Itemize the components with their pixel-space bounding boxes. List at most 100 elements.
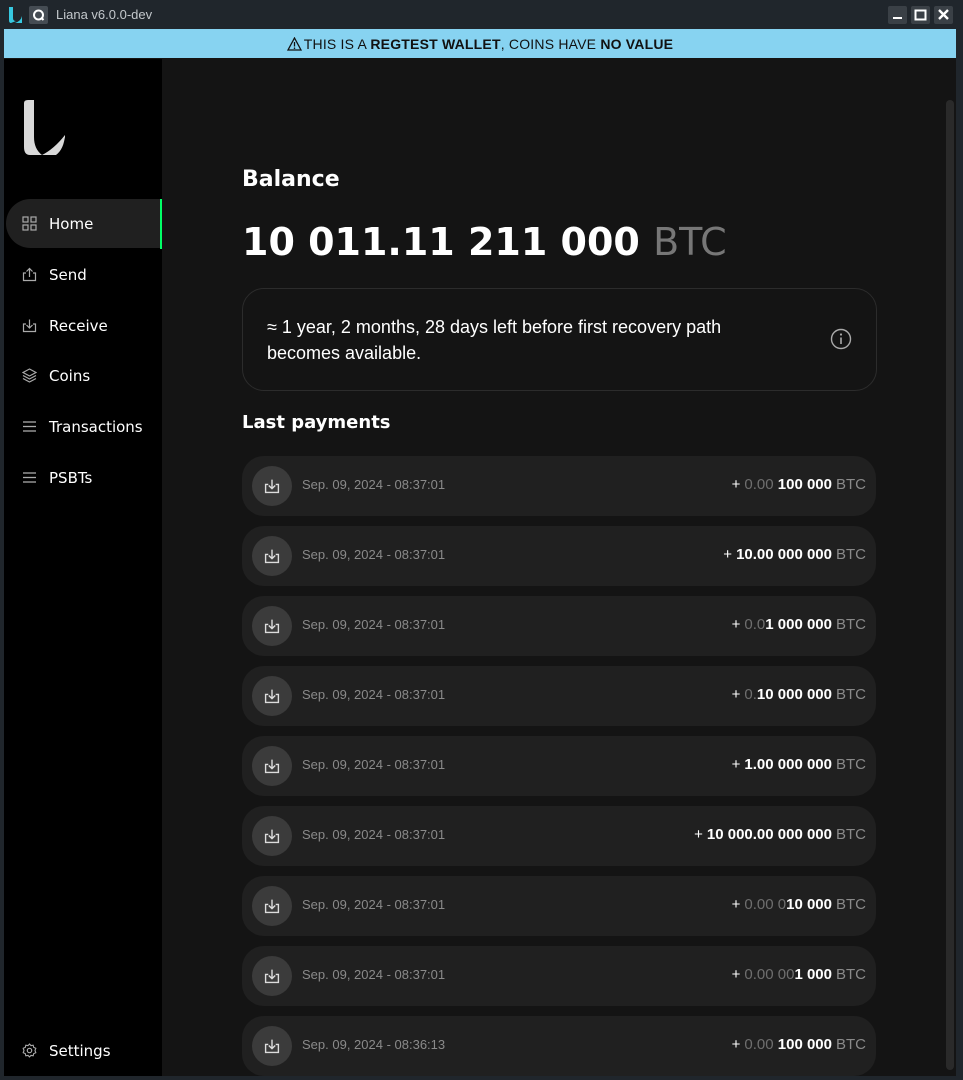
sidebar-item-receive[interactable]: Receive [6,301,160,350]
payment-sign: + [731,476,741,493]
payment-amount-dim: 0.00 [744,1036,778,1053]
payment-amount-value: 100 000 [777,1036,832,1053]
sidebar-item-label: Coins [49,366,91,385]
sidebar-item-home[interactable]: Home [6,199,160,248]
sidebar-item-psbts[interactable]: PSBTs [6,453,160,502]
payment-amount-value: 10 000 [786,896,832,913]
regtest-banner: THIS IS A REGTEST WALLET , COINS HAVE NO… [4,29,956,58]
payment-date: Sep. 09, 2024 - 08:37:01 [302,827,446,842]
payment-date: Sep. 09, 2024 - 08:37:01 [302,897,446,912]
banner-text-middle: , COINS HAVE [500,35,601,52]
payment-unit: BTC [836,756,866,773]
sidebar-item-label: Send [49,265,87,284]
payment-row[interactable]: Sep. 09, 2024 - 08:37:01 +0.00 100 000 BTC [242,456,876,516]
balance-value: 10 011.11 211 000 [242,220,640,264]
receive-icon [264,969,280,984]
balance-heading: Balance [242,167,340,192]
payment-row[interactable]: Sep. 09, 2024 - 08:37:01 +0.10 000 000 BTC [242,666,876,726]
payment-date: Sep. 09, 2024 - 08:37:01 [302,967,446,982]
payment-sign: + [694,826,703,843]
payment-date: Sep. 09, 2024 - 08:37:01 [302,687,446,702]
send-icon [22,267,37,282]
close-button[interactable] [934,6,953,24]
payment-amount-dim: 0. [744,686,757,703]
sidebar-item-label: PSBTs [49,468,93,487]
layers-icon [22,368,37,383]
payment-amount-value: 1.00 000 000 [744,756,832,773]
payment-unit: BTC [836,546,866,563]
window-frame-right [956,30,963,1080]
window-title: Liana v6.0.0-dev [56,7,153,22]
payment-amount-dim: 0.00 00 [744,966,795,983]
payment-amount-value: 10 000 000 [756,686,832,703]
sidebar-item-label: Transactions [49,417,143,436]
grid-icon [22,216,37,231]
scrollbar-track[interactable] [946,100,954,1070]
payment-date: Sep. 09, 2024 - 08:36:13 [302,1037,446,1052]
receive-icon-badge [252,606,292,646]
list-icon [23,421,36,432]
payment-amount-value: 10 000.00 000 000 [706,826,832,843]
receive-icon-badge [252,536,292,576]
sidebar-item-send[interactable]: Send [6,250,160,299]
sidebar-item-settings[interactable]: Settings [6,1026,160,1075]
payment-row[interactable]: Sep. 09, 2024 - 08:36:13 +0.00 100 000 BTC [242,1016,876,1076]
sidebar-item-coins[interactable]: Coins [6,351,160,400]
payment-sign: + [723,546,733,563]
warning-icon [286,36,302,51]
payment-amount-dim: 0.00 [744,476,778,493]
recovery-notice-text: ≈ 1 year, 2 months, 28 days left before … [267,317,722,363]
payment-date: Sep. 09, 2024 - 08:37:01 [302,617,446,632]
window-titlebar: Liana v6.0.0-dev [0,0,963,31]
payment-amount: +0.10 000 000 BTC [732,686,866,703]
payment-amount-dim: 0.0 [744,616,766,633]
receive-icon-badge [252,466,292,506]
receive-icon [264,1039,280,1054]
payment-row[interactable]: Sep. 09, 2024 - 08:37:01 +0.01 000 000 BTC [242,596,876,656]
payment-unit: BTC [836,686,866,703]
payment-unit: BTC [836,826,866,843]
receive-icon [22,319,37,333]
banner-text-strong-wallet: REGTEST WALLET [370,35,501,52]
info-icon[interactable] [830,328,852,350]
receive-icon [264,829,280,844]
payment-amount: +10 000.00 000 000 BTC [694,826,866,843]
payment-sign: + [731,686,741,703]
sidebar-item-label: Receive [49,316,108,335]
maximize-button[interactable] [911,6,930,24]
payment-row[interactable]: Sep. 09, 2024 - 08:37:01 +0.00 001 000 BTC [242,946,876,1006]
payment-unit: BTC [836,616,866,633]
banner-text-strong-value: NO VALUE [600,35,674,52]
payment-amount-value: 1 000 [794,966,832,983]
payment-date: Sep. 09, 2024 - 08:37:01 [302,477,446,492]
payment-sign: + [731,1036,741,1053]
payment-amount-value: 1 000 000 [765,616,832,633]
sidebar-item-transactions[interactable]: Transactions [6,402,160,451]
payment-row[interactable]: Sep. 09, 2024 - 08:37:01 +10.00 000 000 BT… [242,526,876,586]
payment-unit: BTC [836,896,866,913]
payment-date: Sep. 09, 2024 - 08:37:01 [302,757,446,772]
payment-sign: + [731,966,741,983]
receive-icon [264,899,280,914]
payment-amount: +10.00 000 000 BTC [723,546,866,563]
receive-icon [264,479,280,494]
payment-unit: BTC [836,966,866,983]
payment-amount: +0.00 100 000 BTC [732,476,866,493]
payment-amount: +0.00 010 000 BTC [732,896,866,913]
minimize-button[interactable] [888,6,907,24]
liana-logo-icon [24,100,65,155]
receive-icon [264,619,280,634]
payment-sign: + [731,756,741,773]
payment-amount: +0.00 100 000 BTC [732,1036,866,1053]
payment-unit: BTC [836,1036,866,1053]
gear-icon [22,1043,37,1058]
payment-row[interactable]: Sep. 09, 2024 - 08:37:01 +10 000.00 000 0… [242,806,876,866]
balance-amount: 10 011.11 211 000 BTC [242,220,727,264]
payment-amount: +0.01 000 000 BTC [732,616,866,633]
sidebar-item-label: Home [49,214,94,233]
payment-row[interactable]: Sep. 09, 2024 - 08:37:01 +1.00 000 000 BTC [242,736,876,796]
list-icon [23,472,36,483]
receive-icon-badge [252,816,292,856]
app-menu-icon[interactable] [29,6,48,24]
payment-row[interactable]: Sep. 09, 2024 - 08:37:01 +0.00 010 000 BTC [242,876,876,936]
